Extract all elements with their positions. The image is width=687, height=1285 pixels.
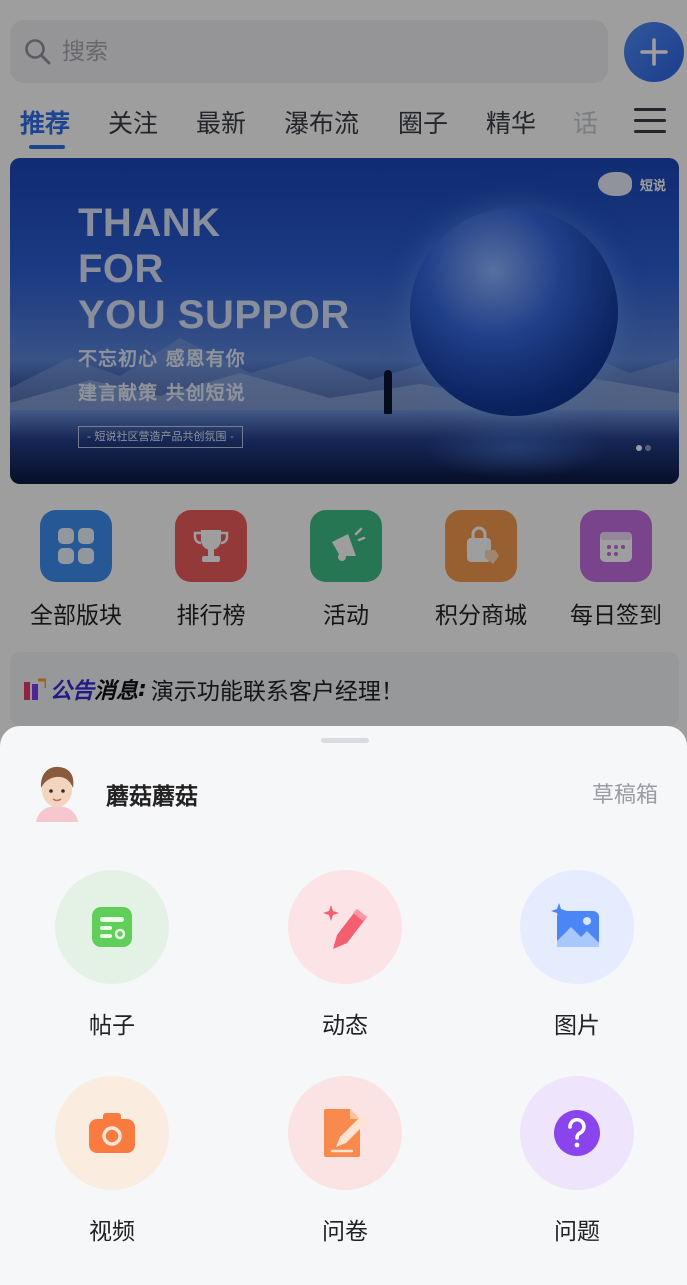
avatar[interactable] [30, 762, 84, 822]
create-video-option[interactable]: 视频 [22, 1076, 202, 1246]
username: 蘑菇蘑菇 [106, 784, 198, 810]
image-icon [520, 870, 634, 984]
drafts-link[interactable]: 草稿箱 [592, 777, 658, 809]
camera-icon [55, 1076, 169, 1190]
option-label: 帖子 [89, 1013, 135, 1039]
sheet-drag-handle[interactable] [321, 738, 369, 743]
create-survey-option[interactable]: 问卷 [255, 1076, 435, 1246]
question-icon [520, 1076, 634, 1190]
option-label: 图片 [554, 1013, 600, 1039]
create-image-option[interactable]: 图片 [487, 870, 667, 1040]
create-moment-option[interactable]: 动态 [255, 870, 435, 1040]
create-content-sheet: 蘑菇蘑菇 草稿箱 帖子 动态 图片 视频 问卷 问题 [0, 726, 687, 1285]
option-label: 动态 [322, 1013, 368, 1039]
survey-icon [288, 1076, 402, 1190]
create-question-option[interactable]: 问题 [487, 1076, 667, 1246]
option-label: 视频 [89, 1219, 135, 1245]
create-post-option[interactable]: 帖子 [22, 870, 202, 1040]
option-label: 问题 [554, 1219, 600, 1245]
post-icon [55, 870, 169, 984]
option-label: 问卷 [322, 1219, 368, 1245]
pen-sparkle-icon [288, 870, 402, 984]
